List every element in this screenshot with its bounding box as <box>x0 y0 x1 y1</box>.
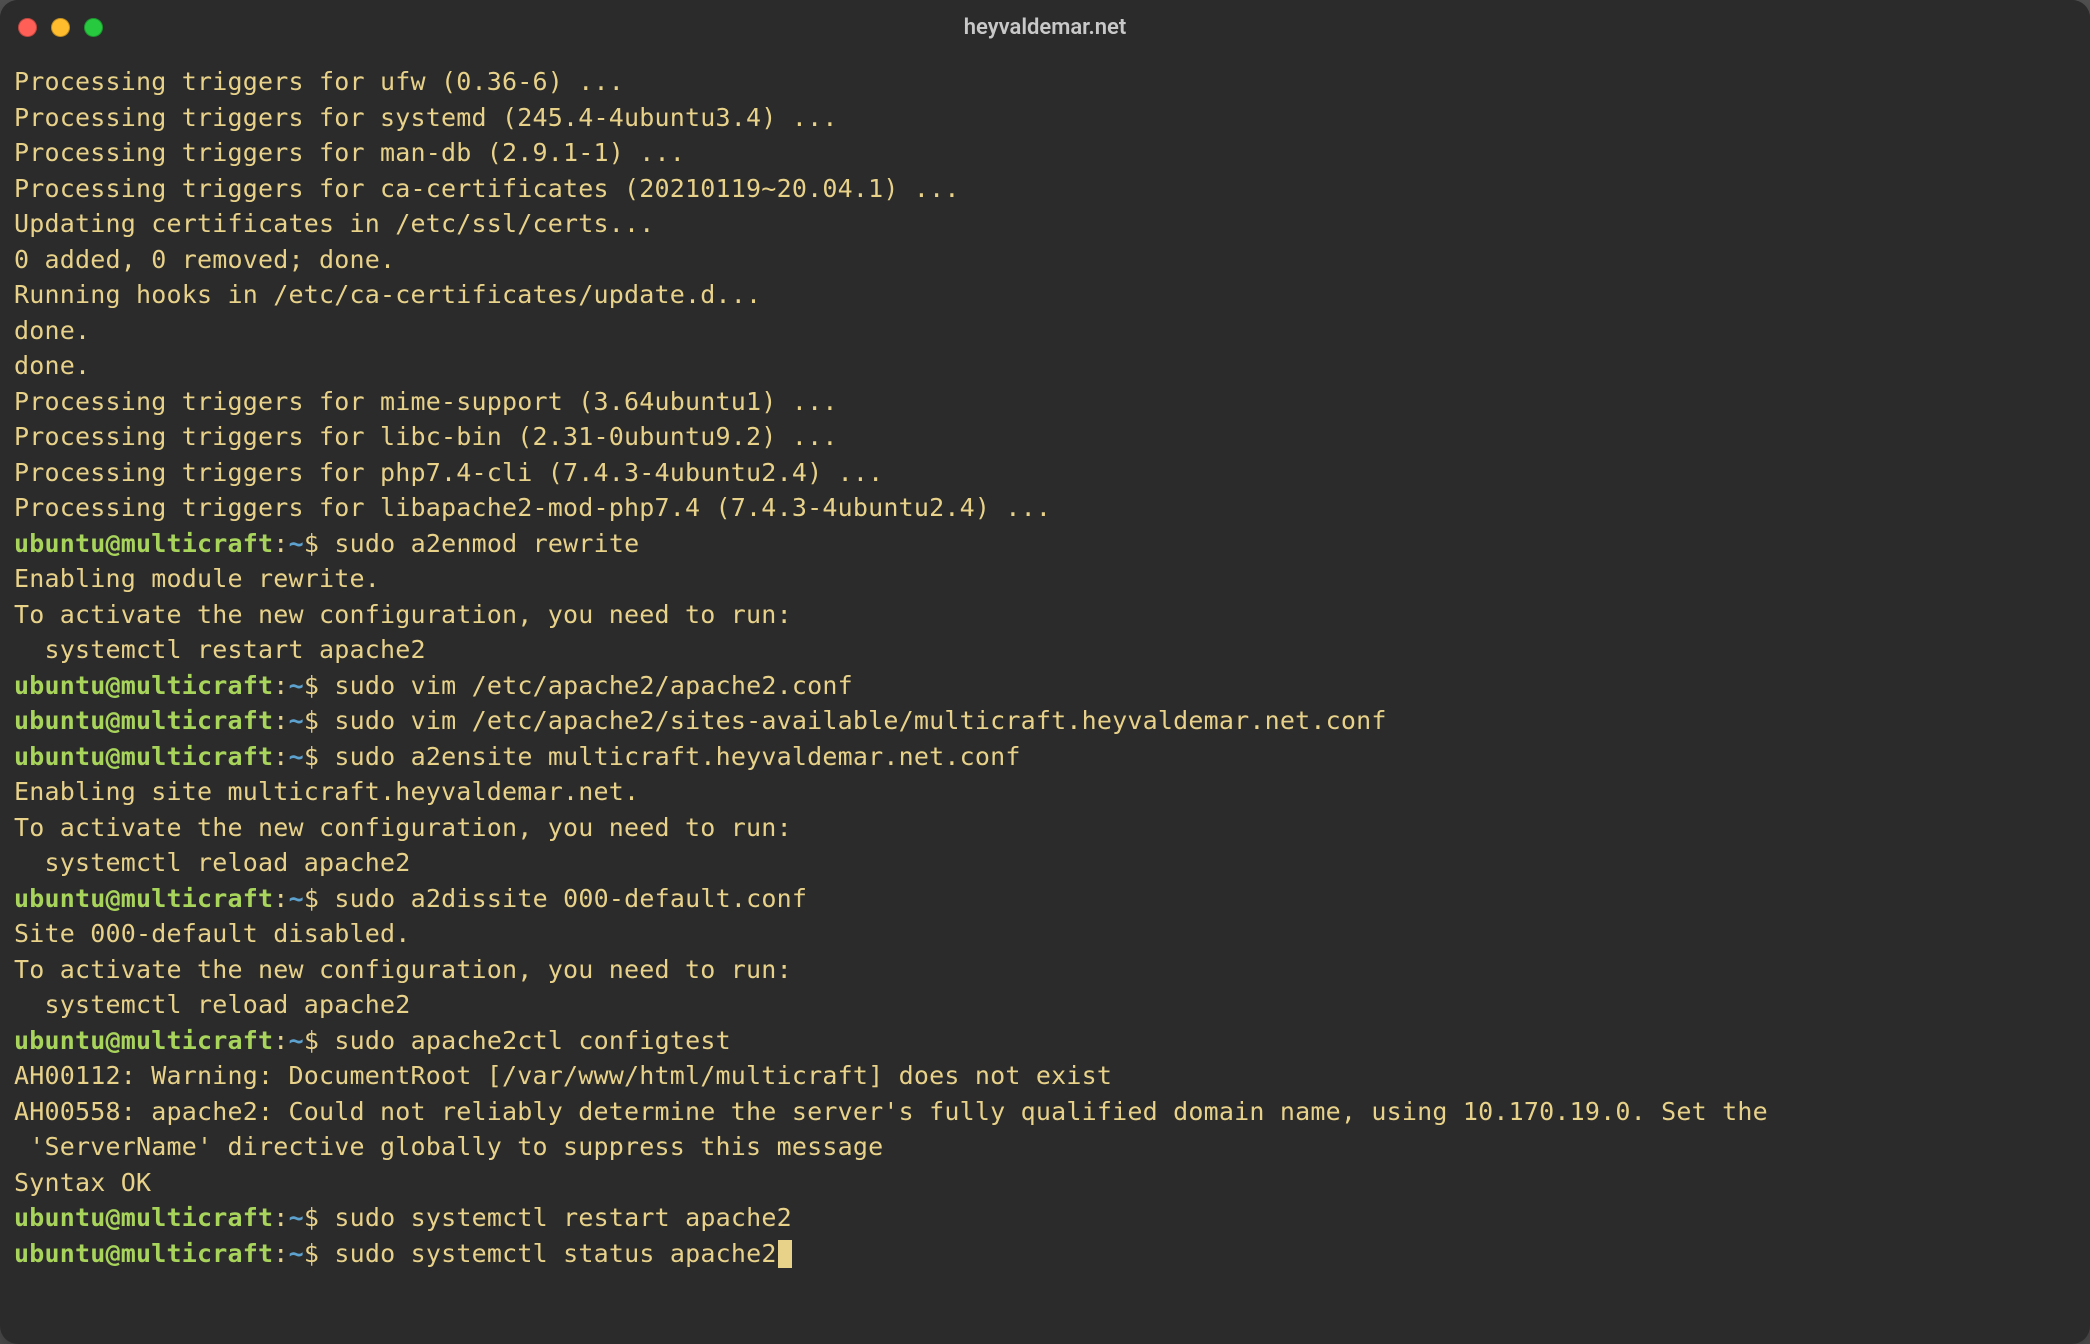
terminal-line: done. <box>14 313 2076 349</box>
titlebar: heyvaldemar.net <box>0 0 2090 54</box>
prompt-host: multicraft <box>121 1203 274 1232</box>
terminal-line: ubuntu@multicraft:~$ sudo a2ensite multi… <box>14 739 2076 775</box>
prompt-dollar: $ <box>304 706 335 735</box>
prompt-path: ~ <box>289 1203 304 1232</box>
terminal-line: To activate the new configuration, you n… <box>14 597 2076 633</box>
prompt-at: @ <box>106 1026 121 1055</box>
prompt-path: ~ <box>289 706 304 735</box>
prompt-host: multicraft <box>121 706 274 735</box>
terminal-line: Processing triggers for mime-support (3.… <box>14 384 2076 420</box>
prompt-path: ~ <box>289 742 304 771</box>
prompt-colon: : <box>273 706 288 735</box>
traffic-lights <box>18 18 103 37</box>
terminal-line: ubuntu@multicraft:~$ sudo vim /etc/apach… <box>14 668 2076 704</box>
prompt-host: multicraft <box>121 529 274 558</box>
close-icon[interactable] <box>18 18 37 37</box>
terminal-line: ubuntu@multicraft:~$ sudo systemctl rest… <box>14 1200 2076 1236</box>
terminal-line: ubuntu@multicraft:~$ sudo apache2ctl con… <box>14 1023 2076 1059</box>
minimize-icon[interactable] <box>51 18 70 37</box>
command-text: sudo apache2ctl configtest <box>334 1026 731 1055</box>
command-text: sudo vim /etc/apache2/apache2.conf <box>334 671 853 700</box>
prompt-at: @ <box>106 1203 121 1232</box>
prompt-path: ~ <box>289 671 304 700</box>
terminal-line: To activate the new configuration, you n… <box>14 810 2076 846</box>
terminal-line: ubuntu@multicraft:~$ sudo a2dissite 000-… <box>14 881 2076 917</box>
terminal-line: ubuntu@multicraft:~$ sudo systemctl stat… <box>14 1236 2076 1272</box>
window-title: heyvaldemar.net <box>0 15 2090 40</box>
prompt-host: multicraft <box>121 742 274 771</box>
prompt-user: ubuntu <box>14 1203 106 1232</box>
prompt-colon: : <box>273 1239 288 1268</box>
prompt-colon: : <box>273 884 288 913</box>
terminal-line: Processing triggers for man-db (2.9.1-1)… <box>14 135 2076 171</box>
prompt-at: @ <box>106 529 121 558</box>
prompt-dollar: $ <box>304 1203 335 1232</box>
terminal-window: heyvaldemar.net Processing triggers for … <box>0 0 2090 1344</box>
prompt-user: ubuntu <box>14 671 106 700</box>
prompt-at: @ <box>106 671 121 700</box>
terminal-line: Processing triggers for libapache2-mod-p… <box>14 490 2076 526</box>
prompt-colon: : <box>273 1203 288 1232</box>
terminal-line: Enabling site multicraft.heyvaldemar.net… <box>14 774 2076 810</box>
zoom-icon[interactable] <box>84 18 103 37</box>
terminal-line: Syntax OK <box>14 1165 2076 1201</box>
terminal-line: Processing triggers for systemd (245.4-4… <box>14 100 2076 136</box>
terminal-line: done. <box>14 348 2076 384</box>
prompt-host: multicraft <box>121 671 274 700</box>
terminal-line: ubuntu@multicraft:~$ sudo vim /etc/apach… <box>14 703 2076 739</box>
terminal-line: Updating certificates in /etc/ssl/certs.… <box>14 206 2076 242</box>
terminal-line: AH00558: apache2: Could not reliably det… <box>14 1094 2076 1165</box>
prompt-user: ubuntu <box>14 706 106 735</box>
prompt-path: ~ <box>289 1026 304 1055</box>
prompt-dollar: $ <box>304 742 335 771</box>
prompt-at: @ <box>106 742 121 771</box>
terminal-line: systemctl restart apache2 <box>14 632 2076 668</box>
prompt-path: ~ <box>289 529 304 558</box>
prompt-user: ubuntu <box>14 1239 106 1268</box>
prompt-user: ubuntu <box>14 1026 106 1055</box>
terminal-output[interactable]: Processing triggers for ufw (0.36-6) ...… <box>0 54 2090 1344</box>
terminal-line: Running hooks in /etc/ca-certificates/up… <box>14 277 2076 313</box>
command-text: sudo systemctl restart apache2 <box>334 1203 792 1232</box>
terminal-line: Enabling module rewrite. <box>14 561 2076 597</box>
prompt-dollar: $ <box>304 671 335 700</box>
prompt-colon: : <box>273 529 288 558</box>
terminal-line: Processing triggers for ca-certificates … <box>14 171 2076 207</box>
prompt-user: ubuntu <box>14 884 106 913</box>
prompt-dollar: $ <box>304 1026 335 1055</box>
terminal-line: Site 000-default disabled. <box>14 916 2076 952</box>
command-text: sudo systemctl status apache2 <box>334 1239 776 1268</box>
prompt-user: ubuntu <box>14 529 106 558</box>
terminal-line: Processing triggers for libc-bin (2.31-0… <box>14 419 2076 455</box>
prompt-path: ~ <box>289 884 304 913</box>
prompt-host: multicraft <box>121 1026 274 1055</box>
prompt-colon: : <box>273 671 288 700</box>
prompt-at: @ <box>106 884 121 913</box>
prompt-dollar: $ <box>304 1239 335 1268</box>
command-text: sudo vim /etc/apache2/sites-available/mu… <box>334 706 1386 735</box>
terminal-line: systemctl reload apache2 <box>14 987 2076 1023</box>
terminal-line: ubuntu@multicraft:~$ sudo a2enmod rewrit… <box>14 526 2076 562</box>
prompt-user: ubuntu <box>14 742 106 771</box>
terminal-line: Processing triggers for ufw (0.36-6) ... <box>14 64 2076 100</box>
terminal-line: Processing triggers for php7.4-cli (7.4.… <box>14 455 2076 491</box>
terminal-line: systemctl reload apache2 <box>14 845 2076 881</box>
prompt-colon: : <box>273 742 288 771</box>
prompt-colon: : <box>273 1026 288 1055</box>
prompt-dollar: $ <box>304 884 335 913</box>
terminal-line: AH00112: Warning: DocumentRoot [/var/www… <box>14 1058 2076 1094</box>
command-text: sudo a2dissite 000-default.conf <box>334 884 807 913</box>
prompt-path: ~ <box>289 1239 304 1268</box>
command-text: sudo a2ensite multicraft.heyvaldemar.net… <box>334 742 1020 771</box>
prompt-at: @ <box>106 706 121 735</box>
command-text: sudo a2enmod rewrite <box>334 529 639 558</box>
terminal-line: 0 added, 0 removed; done. <box>14 242 2076 278</box>
prompt-at: @ <box>106 1239 121 1268</box>
prompt-host: multicraft <box>121 884 274 913</box>
cursor-icon <box>778 1240 792 1268</box>
prompt-dollar: $ <box>304 529 335 558</box>
terminal-line: To activate the new configuration, you n… <box>14 952 2076 988</box>
prompt-host: multicraft <box>121 1239 274 1268</box>
